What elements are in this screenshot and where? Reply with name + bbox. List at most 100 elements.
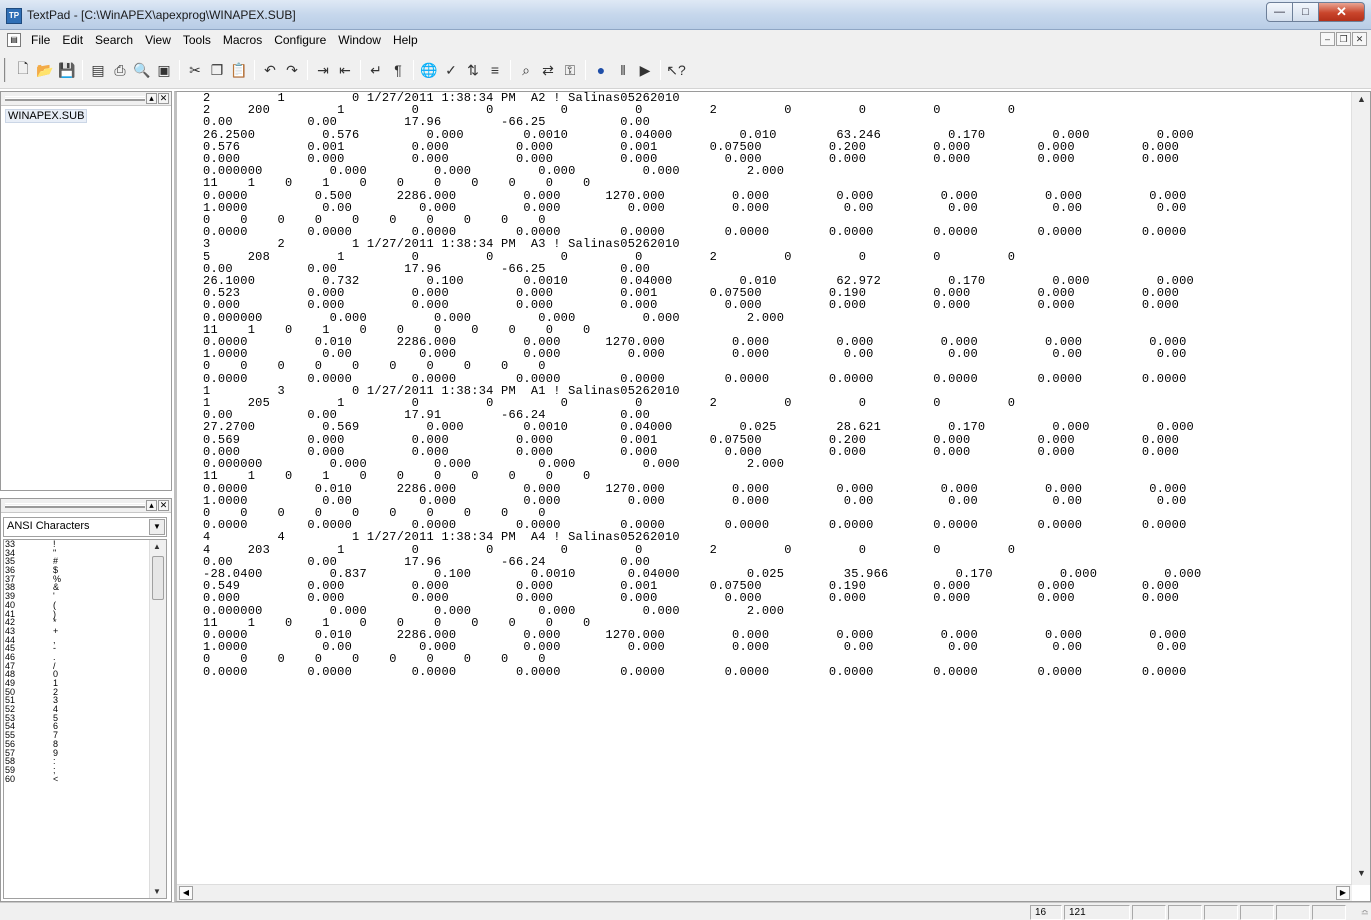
save-button[interactable]: 💾	[56, 59, 78, 81]
doc-close-button[interactable]: ✕	[1352, 32, 1367, 46]
scroll-down-icon[interactable]: ▼	[1354, 868, 1369, 883]
close-button[interactable]: ✕	[1319, 2, 1365, 22]
character-row[interactable]: 33!	[4, 540, 166, 549]
spell-check-button[interactable]: ✓	[440, 59, 462, 81]
manage-files-button[interactable]: ▣	[153, 59, 175, 81]
character-row[interactable]: 51 3	[4, 696, 166, 705]
scroll-down-icon[interactable]: ▼	[153, 887, 161, 896]
character-row[interactable]: 49 1	[4, 679, 166, 688]
editor-text-area[interactable]: 2 1 0 1/27/2011 1:38:34 PM A2 ! Salinas0…	[177, 92, 1352, 882]
pause-button[interactable]: ‖	[612, 59, 634, 81]
editor-pane[interactable]: 2 1 0 1/27/2011 1:38:34 PM A2 ! Salinas0…	[174, 91, 1371, 902]
character-row[interactable]: 56 8	[4, 739, 166, 749]
character-row[interactable]: 50 2	[4, 687, 166, 697]
character-row[interactable]: 47/	[4, 661, 166, 671]
character-row[interactable]: 42 *	[4, 618, 166, 627]
outdent-button[interactable]: ⇤	[334, 59, 356, 81]
character-row[interactable]: 52 4	[4, 705, 166, 714]
doc-minimize-button[interactable]: –	[1320, 32, 1335, 46]
scroll-up-icon[interactable]: ▲	[153, 542, 161, 551]
menu-configure[interactable]: Configure	[268, 33, 332, 47]
save-all-button[interactable]: ▤	[87, 59, 109, 81]
character-row[interactable]: 54 6	[4, 722, 166, 731]
character-row[interactable]: 41)	[4, 609, 166, 619]
editor-horizontal-scrollbar[interactable]: ◀ ▶	[177, 884, 1352, 901]
character-row[interactable]: 46.	[4, 653, 166, 662]
editor-line: 4 203 1 0 0 0 0 2 0 0 0 0	[203, 542, 1016, 557]
character-row[interactable]: 39 '	[4, 592, 166, 601]
scroll-right-icon[interactable]: ▶	[1336, 886, 1350, 900]
panel-grip[interactable]	[5, 503, 145, 508]
minimize-button[interactable]: —	[1266, 2, 1293, 22]
character-row[interactable]: 48 0	[4, 670, 166, 679]
menu-search[interactable]: Search	[89, 33, 139, 47]
menu-window[interactable]: Window	[332, 33, 387, 47]
maximize-button[interactable]: □	[1293, 2, 1319, 22]
menu-view[interactable]: View	[139, 33, 177, 47]
status-column-number: 121	[1064, 905, 1130, 920]
undo-button[interactable]: ↶	[259, 59, 281, 81]
character-row[interactable]: 38 &	[4, 583, 166, 592]
document-list-item[interactable]: WINAPEX.SUB	[5, 109, 88, 123]
sort-button[interactable]: ⇅	[462, 59, 484, 81]
panel-grip[interactable]	[5, 96, 145, 101]
clip-library-dropdown[interactable]: ANSI Characters ▼	[3, 517, 167, 537]
character-row[interactable]: 57 9	[4, 748, 166, 758]
character-row[interactable]: 58:	[4, 757, 166, 766]
word-wrap-button[interactable]: ↵	[365, 59, 387, 81]
panel-close-button[interactable]: ✕	[158, 93, 169, 104]
print-preview-button[interactable]: 🔍	[131, 59, 153, 81]
character-list-scrollbar[interactable]: ▲ ▼	[149, 540, 166, 898]
character-row[interactable]: 40(	[4, 600, 166, 610]
character-row[interactable]: 45-	[4, 644, 166, 653]
help-pointer-button[interactable]: ↖?	[665, 59, 687, 81]
character-row[interactable]: 44,	[4, 635, 166, 645]
undo-icon: ↶	[264, 61, 276, 78]
paste-button[interactable]: 📋	[228, 59, 250, 81]
character-row[interactable]: 34 "	[4, 548, 166, 558]
cut-button[interactable]: ✂	[184, 59, 206, 81]
character-row[interactable]: 36 $	[4, 566, 166, 575]
scroll-left-icon[interactable]: ◀	[179, 886, 193, 900]
resize-grip-icon[interactable]: ≏	[1361, 908, 1369, 919]
document-window-controls: – ❐ ✕	[1319, 32, 1367, 46]
copy-button[interactable]: ❐	[206, 59, 228, 81]
textpad-app-icon[interactable]: TP	[6, 8, 22, 24]
record-button[interactable]: ●	[590, 59, 612, 81]
menu-help[interactable]: Help	[387, 33, 424, 47]
document-system-menu-icon[interactable]: ▤	[7, 32, 21, 47]
panel-close-button[interactable]: ✕	[158, 500, 169, 511]
menu-edit[interactable]: Edit	[56, 33, 89, 47]
character-row[interactable]: 35 #	[4, 557, 166, 566]
character-row[interactable]: 55 7	[4, 731, 166, 740]
panel-float-button[interactable]: ▴	[146, 500, 157, 511]
print-button[interactable]: ⎙	[109, 59, 131, 81]
chevron-down-icon[interactable]: ▼	[149, 519, 165, 535]
character-row[interactable]: 37%	[4, 574, 166, 584]
editor-line: 27.2700 0.569 0.000 0.0010 0.04000 0.025…	[203, 420, 1195, 435]
web-browser-button[interactable]: 🌐	[418, 59, 440, 81]
editor-vertical-scrollbar[interactable]: ▲ ▼	[1351, 92, 1370, 885]
compare-button[interactable]: ≡	[484, 59, 506, 81]
replace-button[interactable]: ⇄	[537, 59, 559, 81]
doc-restore-button[interactable]: ❐	[1336, 32, 1351, 46]
record-macro-button[interactable]: ⚿	[559, 59, 581, 81]
character-list[interactable]: 33! 34 " 35 #36 $37% 38 & 39 ' 40(41) 42 * 43 +44, 45-4…	[3, 539, 167, 899]
open-button[interactable]: 📂	[34, 59, 56, 81]
menu-macros[interactable]: Macros	[217, 33, 268, 47]
redo-button[interactable]: ↷	[281, 59, 303, 81]
pilcrow-button[interactable]: ¶	[387, 59, 409, 81]
play-button[interactable]: ▶	[634, 59, 656, 81]
character-row[interactable]: 60 <	[4, 774, 166, 784]
character-row[interactable]: 59;	[4, 766, 166, 775]
menu-file[interactable]: File	[25, 33, 56, 47]
scroll-thumb[interactable]	[152, 556, 164, 600]
new-file-button[interactable]: 🗋	[12, 59, 34, 81]
character-row[interactable]: 53 5	[4, 713, 166, 723]
find-in-files-button[interactable]: ⌕	[515, 59, 537, 81]
menu-tools[interactable]: Tools	[177, 33, 217, 47]
indent-button[interactable]: ⇥	[312, 59, 334, 81]
character-row[interactable]: 43 +	[4, 627, 166, 636]
scroll-up-icon[interactable]: ▲	[1354, 94, 1369, 109]
panel-float-button[interactable]: ▴	[146, 93, 157, 104]
